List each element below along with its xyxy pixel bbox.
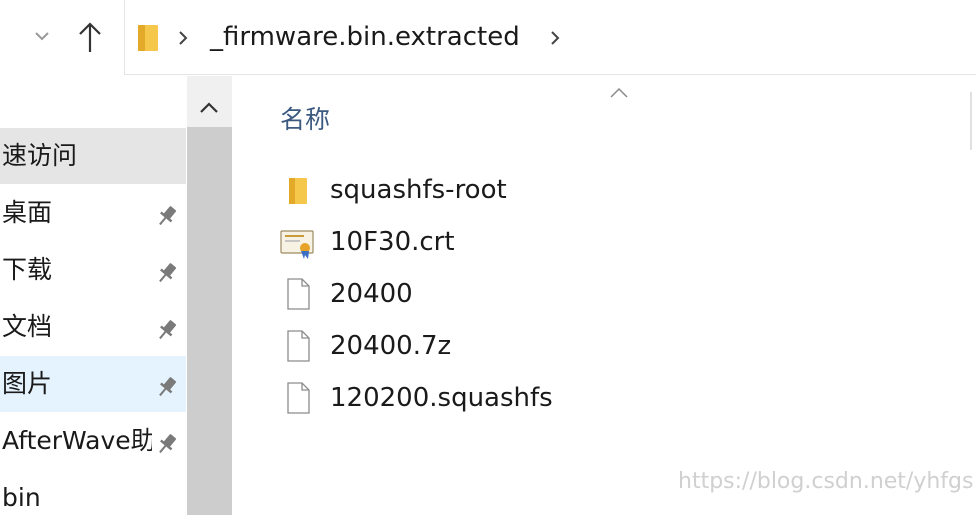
scroll-up-arrow-icon[interactable] <box>197 98 221 118</box>
file-icon <box>287 330 310 362</box>
nav-item-label: bin <box>2 483 41 512</box>
file-row-20400[interactable]: 20400 <box>280 272 920 316</box>
nav-item-label: 图片 <box>2 369 53 398</box>
up-arrow-icon[interactable] <box>76 18 104 56</box>
file-row-120200-squashfs[interactable]: 120200.squashfs <box>280 376 920 420</box>
nav-item-label: AfterWave助 <box>2 426 152 455</box>
folder-icon <box>289 178 307 204</box>
file-name: squashfs-root <box>330 175 507 205</box>
pin-icon[interactable] <box>154 260 180 286</box>
nav-item-documents[interactable]: 文档 <box>0 299 186 355</box>
folder-icon <box>138 25 158 51</box>
nav-item-quick-access[interactable]: 速访问 <box>0 128 186 184</box>
nav-pane-scroll-thumb[interactable] <box>187 127 232 515</box>
chevron-down-icon[interactable] <box>32 24 52 48</box>
sort-ascending-icon <box>610 87 628 98</box>
address-bar-divider <box>124 74 976 75</box>
file-row-squashfs-root[interactable]: squashfs-root <box>280 168 920 212</box>
file-row-20400-7z[interactable]: 20400.7z <box>280 324 920 368</box>
file-name: 20400.7z <box>330 331 452 361</box>
nav-item-label: 下载 <box>2 255 53 284</box>
nav-item-afterwave[interactable]: AfterWave助 <box>0 413 186 469</box>
pin-icon[interactable] <box>154 203 180 229</box>
nav-item-label: 桌面 <box>2 198 53 227</box>
nav-item-pictures[interactable]: 图片 <box>0 356 186 412</box>
certificate-icon <box>280 230 314 259</box>
nav-item-desktop[interactable]: 桌面 <box>0 185 186 241</box>
nav-item-downloads[interactable]: 下载 <box>0 242 186 298</box>
nav-item-bin[interactable]: bin <box>0 470 186 526</box>
address-field-border <box>124 0 125 75</box>
column-divider <box>970 92 972 150</box>
chevron-right-icon[interactable] <box>548 28 562 48</box>
column-header-name[interactable]: 名称 <box>280 100 330 140</box>
pin-icon[interactable] <box>154 374 180 400</box>
nav-item-label: 速访问 <box>2 141 78 170</box>
pin-icon[interactable] <box>154 317 180 343</box>
file-row-10f30-crt[interactable]: 10F30.crt <box>280 220 920 264</box>
file-name: 20400 <box>330 279 413 309</box>
watermark: https://blog.csdn.net/yhfgs <box>678 469 974 494</box>
nav-item-label: 文档 <box>2 312 53 341</box>
file-name: 10F30.crt <box>330 227 455 257</box>
file-icon <box>287 382 310 414</box>
file-name: 120200.squashfs <box>330 383 553 413</box>
breadcrumb-current-folder[interactable]: _firmware.bin.extracted <box>210 18 520 56</box>
pin-icon[interactable] <box>154 431 180 457</box>
address-bar: _firmware.bin.extracted <box>0 0 976 76</box>
file-icon <box>287 278 310 310</box>
chevron-right-icon[interactable] <box>176 28 190 48</box>
